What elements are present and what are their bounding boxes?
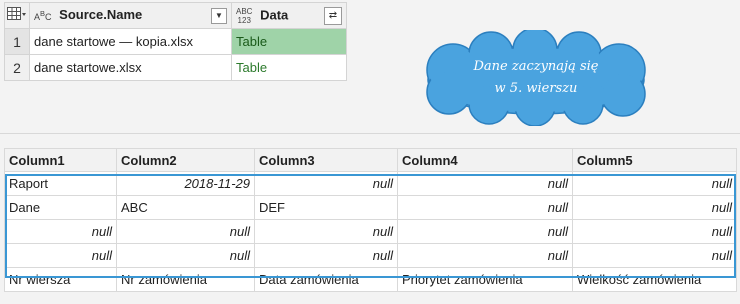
table-cell[interactable]: null [397,243,573,268]
cloud-callout: Dane zaczynają się w 5. wierszu [413,27,659,127]
table-cell[interactable]: null [116,243,255,268]
table-cell[interactable]: Wielkość zamówienia [572,267,737,292]
expand-columns-button[interactable]: ⇄ [324,6,342,25]
column-header-1[interactable]: Column1 [4,148,117,172]
row-number: 2 [4,54,30,81]
table-row: Raport 2018-11-29 null null null [4,171,737,196]
column-header-2[interactable]: Column2 [116,148,255,172]
column-header-source-name[interactable]: ABC Source.Name ▼ [29,2,232,29]
table-cell[interactable]: null [254,171,398,196]
pane-divider [0,133,740,134]
table-cell[interactable]: Nr zamówienia [116,267,255,292]
table-cell[interactable]: null [254,243,398,268]
table-cell[interactable]: null [116,219,255,244]
preview-header-row: Column1 Column2 Column3 Column4 Column5 [4,148,737,172]
column-header-label: Data [260,6,289,22]
table-cell[interactable]: null [572,243,737,268]
table-cell[interactable]: DEF [254,195,398,220]
data-table-link[interactable]: Table [231,54,347,81]
table-cell[interactable]: null [572,195,737,220]
row-number: 1 [4,28,30,55]
column-header-4[interactable]: Column4 [397,148,573,172]
source-name-cell[interactable]: dane startowe.xlsx [29,54,232,81]
table-cell[interactable]: null [572,219,737,244]
preview-table: Column1 Column2 Column3 Column4 Column5 … [4,148,737,292]
table-cell[interactable]: null [4,243,117,268]
table-row: Nr wiersza Nr zamówienia Data zamówienia… [4,267,737,292]
table-cell[interactable]: null [4,219,117,244]
callout-text: Dane zaczynają się w 5. wierszu [413,56,659,100]
table-cell[interactable]: Priorytet zamówienia [397,267,573,292]
column-header-data[interactable]: ABC 123 Data ⇄ [231,2,347,29]
source-name-cell[interactable]: dane startowe — kopia.xlsx [29,28,232,55]
column-header-3[interactable]: Column3 [254,148,398,172]
data-table-link[interactable]: Table [231,28,347,55]
any-type-icon: ABC 123 [236,6,253,25]
table-cell[interactable]: null [397,171,573,196]
filter-dropdown-button[interactable]: ▼ [211,8,227,24]
column-header-label: Source.Name [59,7,143,22]
table-row: Dane ABC DEF null null [4,195,737,220]
table-row[interactable]: 2 dane startowe.xlsx Table [4,54,347,81]
table-cell[interactable]: Raport [4,171,117,196]
table-cell[interactable]: null [397,195,573,220]
table-row: null null null null null [4,243,737,268]
callout-line-1: Dane zaczynają się [473,59,599,74]
table-row: null null null null null [4,219,737,244]
table-row[interactable]: 1 dane startowe — kopia.xlsx Table [4,28,347,55]
table-grid-icon [7,7,27,24]
source-table-header-row: ABC Source.Name ▼ ABC 123 Data ⇄ [4,2,347,29]
source-files-table: ABC Source.Name ▼ ABC 123 Data ⇄ 1 dane s… [4,2,347,81]
table-cell[interactable]: 2018-11-29 [116,171,255,196]
table-cell[interactable]: Data zamówienia [254,267,398,292]
column-header-5[interactable]: Column5 [572,148,737,172]
table-cell[interactable]: null [397,219,573,244]
text-type-icon: ABC [34,9,52,23]
callout-line-2: w 5. wierszu [494,81,578,96]
table-cell[interactable]: null [572,171,737,196]
table-cell[interactable]: Dane [4,195,117,220]
table-cell[interactable]: ABC [116,195,255,220]
table-cell[interactable]: Nr wiersza [4,267,117,292]
table-cell[interactable]: null [254,219,398,244]
table-menu-button[interactable] [4,2,30,29]
